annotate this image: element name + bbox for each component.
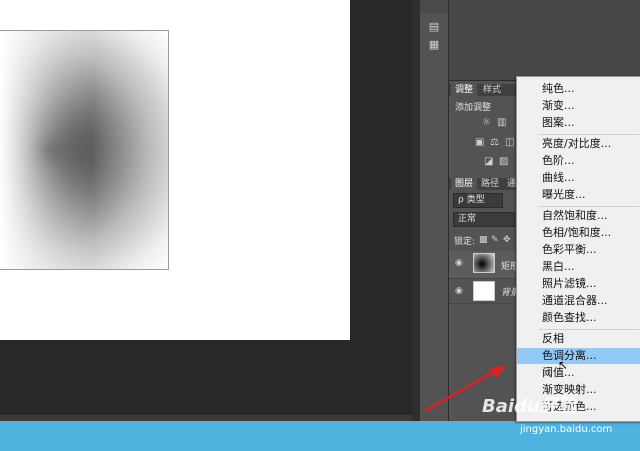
layer-thumbnail: [473, 253, 495, 273]
lock-position-icon[interactable]: ✎: [491, 235, 501, 245]
lock-all-icon[interactable]: ✥: [503, 235, 513, 245]
history-icon[interactable]: ▤: [426, 20, 442, 34]
add-adjustment-label: 添加调整: [455, 103, 492, 113]
tab-layers[interactable]: 图层: [451, 178, 478, 190]
document-canvas[interactable]: [0, 0, 350, 340]
upper-panel: [449, 0, 640, 81]
menu-item-exposure[interactable]: 曝光度...: [517, 187, 640, 203]
lock-pixels-icon[interactable]: ▩: [479, 235, 489, 245]
menu-item-solid-color[interactable]: 纯色...: [517, 81, 640, 97]
menu-item-vibrance[interactable]: 自然饱和度...: [517, 208, 640, 224]
canvas-area: [0, 0, 412, 415]
menu-item-hue-saturation[interactable]: 色相/饱和度...: [517, 225, 640, 241]
gradient-rectangle: [0, 30, 169, 270]
menu-separator: [539, 206, 639, 207]
tab-adjustments[interactable]: 调整: [451, 84, 478, 96]
menu-item-photo-filter[interactable]: 照片滤镜...: [517, 276, 640, 292]
mouse-cursor-icon: ↖: [558, 358, 569, 372]
menu-item-pattern[interactable]: 图案...: [517, 115, 640, 131]
photo-filter-icon[interactable]: ◫: [505, 138, 515, 148]
panel-separator: [412, 0, 420, 421]
levels-icon[interactable]: ▥: [497, 118, 507, 128]
menu-item-gradient[interactable]: 渐变...: [517, 98, 640, 114]
menu-item-threshold[interactable]: 阈值...: [517, 365, 640, 381]
menu-item-channel-mixer[interactable]: 通道混合器...: [517, 293, 640, 309]
tab-styles[interactable]: 样式: [479, 84, 505, 96]
balance-icon[interactable]: ⚖: [490, 138, 500, 148]
visibility-eye-icon[interactable]: ◉: [455, 258, 463, 268]
posterize-icon[interactable]: ◪: [484, 157, 494, 167]
layer-filter-dropdown[interactable]: ρ 类型: [453, 193, 503, 208]
menu-separator: [539, 329, 639, 330]
adjustment-context-menu: 纯色... 渐变... 图案... 亮度/对比度... 色阶... 曲线... …: [516, 76, 640, 422]
watermark-url: jingyan.baidu.com: [520, 424, 613, 435]
tab-paths[interactable]: 路径: [477, 178, 503, 190]
menu-item-brightness-contrast[interactable]: 亮度/对比度...: [517, 136, 640, 152]
watermark-logo: Baidu经验: [482, 396, 576, 417]
brightness-icon[interactable]: ☼: [482, 118, 492, 128]
visibility-eye-icon[interactable]: ◉: [455, 286, 463, 296]
menu-separator: [539, 134, 639, 135]
gradient-map-icon[interactable]: ▨: [499, 157, 509, 167]
menu-item-curves[interactable]: 曲线...: [517, 170, 640, 186]
lock-label: 锁定:: [454, 237, 476, 247]
menu-item-black-white[interactable]: 黑白...: [517, 259, 640, 275]
vibrance-icon[interactable]: ▣: [475, 138, 485, 148]
menu-item-posterize[interactable]: 色调分离...: [517, 348, 640, 364]
panel-top-shade: [420, 0, 448, 14]
menu-item-color-balance[interactable]: 色彩平衡...: [517, 242, 640, 258]
collapsed-icon-strip: ▤ ▦: [420, 0, 449, 421]
properties-icon[interactable]: ▦: [426, 38, 442, 52]
menu-item-levels[interactable]: 色阶...: [517, 153, 640, 169]
layer-thumbnail: [473, 281, 495, 301]
menu-item-color-lookup[interactable]: 颜色查找...: [517, 310, 640, 326]
menu-item-invert[interactable]: 反相: [517, 331, 640, 347]
blend-mode-dropdown[interactable]: 正常: [453, 212, 515, 227]
